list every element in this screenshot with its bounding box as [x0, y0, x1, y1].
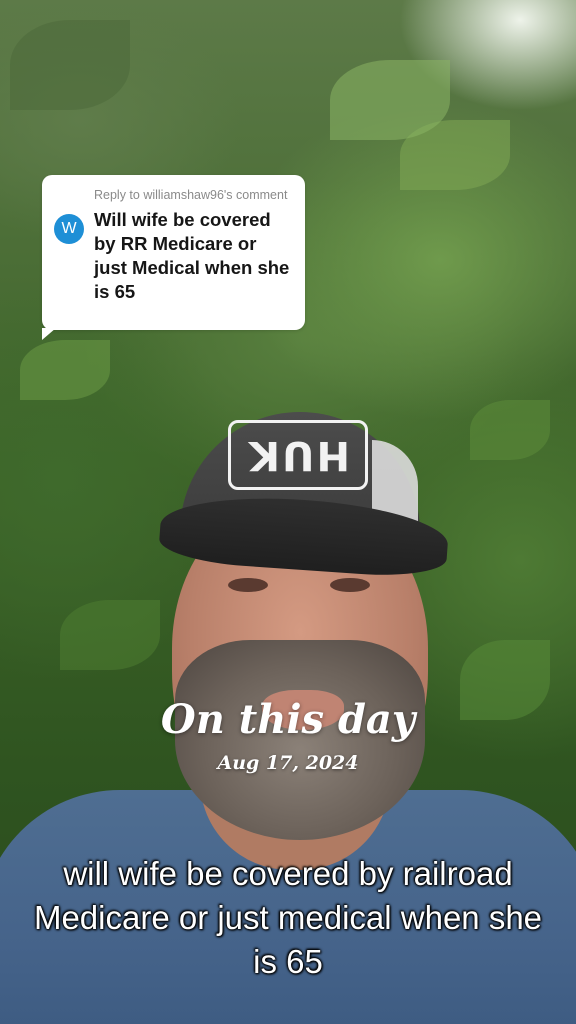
foliage-leaf — [330, 60, 450, 140]
foliage-leaf — [10, 20, 130, 110]
cap-logo-text: HUK — [246, 432, 350, 478]
comment-row: W Will wife be covered by RR Medicare or… — [54, 208, 291, 304]
foliage-leaf — [20, 340, 110, 400]
foliage-leaf — [470, 400, 550, 460]
reply-label: Reply to williamshaw96's comment — [94, 188, 288, 202]
commenter-avatar[interactable]: W — [54, 214, 84, 244]
comment-text: Will wife be covered by RR Medicare or j… — [94, 209, 290, 302]
memory-date: Aug 17, 2024 — [217, 752, 359, 774]
left-eye — [228, 578, 268, 592]
right-eye — [330, 578, 370, 592]
reply-comment-sticker[interactable]: Reply to williamshaw96's comment W Will … — [42, 175, 305, 340]
cap-logo: HUK — [228, 420, 368, 490]
video-frame[interactable]: HUK Reply to williamshaw96's comment W W… — [0, 0, 576, 1024]
memory-title: On this day — [160, 696, 416, 743]
video-caption: will wife be covered by railroad Medicar… — [33, 855, 543, 980]
foliage-leaf — [60, 600, 160, 670]
